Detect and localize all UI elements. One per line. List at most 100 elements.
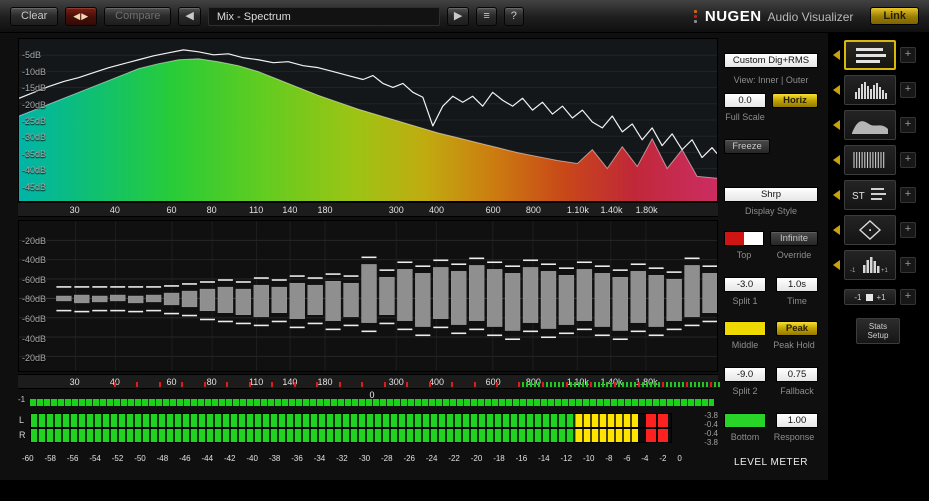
correlation-meter: -1 0	[18, 390, 718, 406]
band-peak-tick	[618, 382, 620, 387]
band-peak-tick	[654, 382, 656, 387]
time-label: Time	[787, 296, 807, 306]
module-button-spectrum-line[interactable]	[844, 110, 896, 140]
db-scale-label: -2	[659, 454, 667, 463]
band-clip-tick	[271, 382, 273, 387]
brand-logo: NUGEN Audio Visualizer	[693, 7, 853, 25]
level-meter-section: L R -3.8 -0.4 -0.4 -3.8 -60 -58 -56 -54 -52-…	[18, 410, 728, 470]
preset-display[interactable]: Mix - Spectrum	[207, 6, 440, 26]
add-module-button[interactable]: +	[900, 82, 916, 98]
module-button-bar-meter[interactable]	[844, 75, 896, 105]
spectrum-db-label: -25dB	[22, 116, 47, 126]
preset-menu-button[interactable]: ≡	[476, 6, 497, 26]
freq-label: 1.40k	[600, 205, 623, 215]
stats-setup-button[interactable]: Stats Setup	[856, 318, 900, 344]
band-peak-tick	[542, 382, 544, 387]
brand-name: NUGEN	[704, 7, 762, 25]
channel-left-label: L	[19, 415, 25, 425]
response-field[interactable]: 1.00	[776, 413, 818, 428]
time-field[interactable]: 1.0s	[776, 277, 818, 292]
band-peak-tick	[566, 382, 568, 387]
stats-line1: Stats	[868, 322, 888, 331]
band-clip-tick	[226, 382, 228, 387]
link-button[interactable]: Link	[870, 7, 919, 25]
band-peak-tick	[558, 382, 560, 387]
peak-button[interactable]: Peak	[776, 321, 818, 336]
band-clip-tick	[114, 382, 116, 387]
add-module-button[interactable]: +	[900, 222, 916, 238]
band-peak-tick	[594, 382, 596, 387]
view-mode-label[interactable]: View: Inner | Outer	[724, 75, 818, 85]
bottom-color-swatch[interactable]	[724, 413, 766, 428]
spectrum-db-label: -15dB	[22, 83, 47, 94]
module-select-arrow-icon[interactable]	[833, 85, 840, 95]
top-color-swatch[interactable]	[724, 231, 764, 246]
band-peak-tick	[554, 382, 556, 387]
correlation-module-button[interactable]: -1 +1	[844, 289, 896, 305]
band-peak-tick	[686, 382, 688, 387]
horiz-button[interactable]: Horiz	[772, 93, 818, 108]
preset-play-button[interactable]: ▶	[446, 6, 470, 26]
meter-clip-segment[interactable]	[646, 414, 668, 427]
db-scale-label: -50	[134, 454, 146, 463]
module-button-histogram[interactable]: -1 +1	[844, 250, 896, 280]
add-module-button[interactable]: +	[900, 47, 916, 63]
freq-label: 60	[166, 205, 177, 215]
freeze-button[interactable]: Freeze	[724, 139, 770, 154]
band-peak-tick	[678, 382, 680, 387]
clear-button[interactable]: Clear	[10, 6, 59, 26]
db-scale-label: -46	[179, 454, 191, 463]
module-button-spectrogram[interactable]	[844, 145, 896, 175]
split1-field[interactable]: -3.0	[724, 277, 766, 292]
add-module-button[interactable]: +	[900, 289, 916, 305]
module-select-arrow-icon[interactable]	[833, 155, 840, 165]
module-select-arrow-icon[interactable]	[833, 120, 840, 130]
module-select-arrow-icon[interactable]	[833, 190, 840, 200]
split2-field[interactable]: -9.0	[724, 367, 766, 382]
preset-prev-button[interactable]: ◀	[178, 6, 201, 26]
add-module-button[interactable]: +	[900, 257, 916, 273]
display-style-dropdown[interactable]: Shrp	[724, 187, 818, 202]
band-db-label: -60dB	[22, 314, 47, 324]
fallback-field[interactable]: 0.75	[776, 367, 818, 382]
band-peak-tick	[718, 382, 720, 387]
db-scale-label: -56	[66, 454, 79, 463]
band-peak-tick	[614, 382, 616, 387]
add-module-button[interactable]: +	[900, 187, 916, 203]
mode-dropdown[interactable]: Custom Dig+RMS	[724, 53, 818, 68]
module-button-stereo-meter[interactable]: ST	[844, 180, 896, 210]
vectorscope-icon	[858, 220, 882, 240]
histogram-icon: -1 +1	[850, 257, 889, 274]
compare-button[interactable]: Compare	[104, 6, 172, 26]
add-module-button[interactable]: +	[900, 117, 916, 133]
freq-label: 800	[525, 205, 541, 215]
module-select-arrow-icon[interactable]	[833, 225, 840, 235]
add-module-button[interactable]: +	[900, 152, 916, 168]
db-scale-label: -20	[470, 454, 483, 463]
db-scale-label: -26	[403, 454, 415, 463]
db-scale-label: -30	[358, 454, 371, 463]
db-scale-label: -6	[623, 454, 631, 463]
freq-label: 140	[282, 377, 298, 387]
db-scale-label: -22	[448, 454, 460, 463]
module-row: -1 +1 +	[833, 288, 916, 306]
db-scale-label: -28	[381, 454, 393, 463]
stereo-meter-icon: ST	[852, 188, 886, 202]
meter-clip-segment[interactable]	[646, 429, 668, 442]
db-scale-label: -8	[605, 454, 613, 463]
module-button-spectrum-display[interactable]	[844, 40, 896, 70]
module-button-vectorscope[interactable]	[844, 215, 896, 245]
spectrum-db-label: -10dB	[22, 66, 47, 77]
help-button[interactable]: ?	[503, 6, 524, 26]
full-scale-field[interactable]: 0.0	[724, 93, 766, 108]
db-scale-label: -10	[582, 454, 595, 463]
middle-color-swatch[interactable]	[724, 321, 766, 336]
module-select-arrow-icon[interactable]	[833, 50, 840, 60]
nugen-logo-icon	[693, 9, 697, 23]
ab-compare-toggle[interactable]: ◀▶	[65, 6, 98, 26]
infinite-button[interactable]: Infinite	[770, 231, 818, 246]
module-select-arrow-icon[interactable]	[833, 260, 840, 270]
module-row: -1 +1 +	[833, 250, 916, 280]
bar-meter-icon	[855, 82, 887, 99]
band-peak-tick	[530, 382, 532, 387]
